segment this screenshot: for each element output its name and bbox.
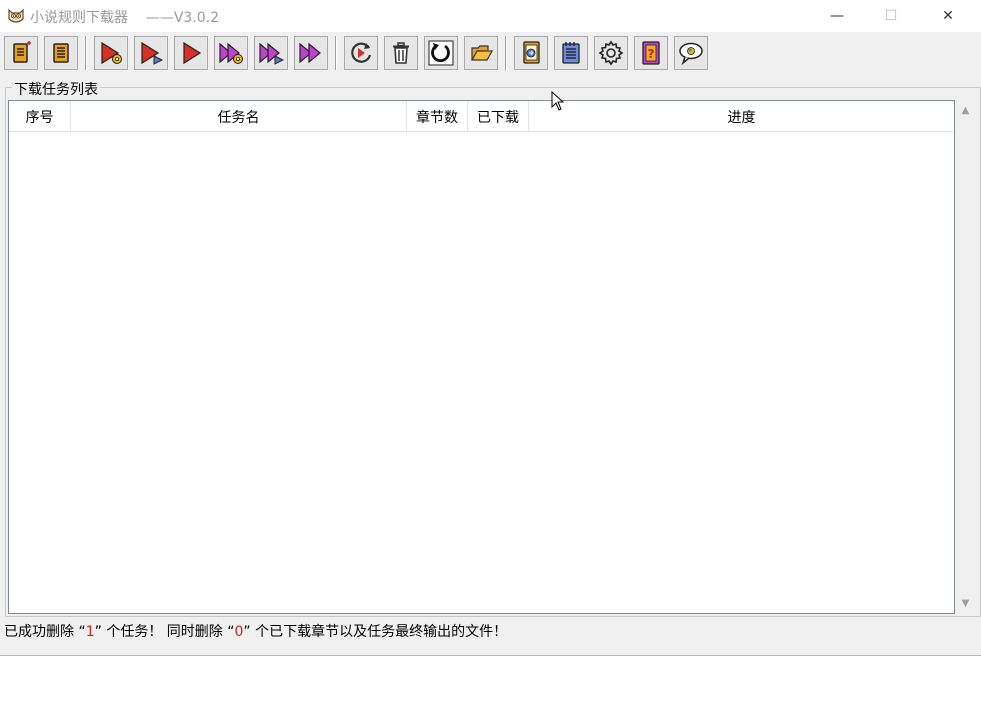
open-folder-button[interactable] — [464, 36, 498, 70]
resume-button[interactable] — [344, 36, 378, 70]
window-title: 小说规则下载器 ——V3.0.2 — [30, 10, 220, 26]
settings-button[interactable] — [594, 36, 628, 70]
new-rule-button[interactable] — [4, 36, 38, 70]
start-with-settings-button[interactable] — [94, 36, 128, 70]
export-button[interactable] — [514, 36, 548, 70]
task-list-view[interactable]: 序号 任务名 章节数 已下载 进度 — [8, 100, 955, 614]
rule-book-button[interactable] — [44, 36, 78, 70]
play-settings-icon — [101, 41, 122, 65]
export-document-icon — [523, 41, 540, 64]
start-button[interactable] — [174, 36, 208, 70]
task-list-group-label: 下载任务列表 — [12, 79, 100, 99]
notepad-button[interactable] — [554, 36, 588, 70]
new-rule-book-icon — [13, 41, 31, 63]
batch-start-next-button[interactable] — [254, 36, 288, 70]
status-bar: 已成功删除 “1” 个任务！ 同时删除 “0” 个已下载章节以及任务最终输出的文… — [0, 620, 981, 644]
column-header-index[interactable]: 序号 — [9, 101, 71, 132]
rule-book-icon — [53, 43, 69, 63]
feedback-bubble-icon — [679, 42, 703, 66]
resume-icon — [351, 42, 372, 63]
task-list-header: 序号 任务名 章节数 已下载 进度 — [9, 101, 954, 132]
scroll-up-arrow[interactable]: ▲ — [956, 102, 975, 119]
status-text-suffix: ” 个已下载章节以及任务最终输出的文件！ — [243, 624, 508, 640]
close-icon: ✕ — [942, 8, 954, 24]
minimize-icon: — — [830, 8, 844, 24]
status-deleted-task-count: 1 — [85, 624, 95, 640]
toolbar-separator — [335, 36, 337, 70]
column-header-progress[interactable]: 进度 — [529, 101, 954, 132]
maximize-icon: ☐ — [884, 8, 898, 24]
mouse-pointer-icon — [551, 91, 565, 111]
open-folder-icon — [470, 45, 494, 61]
status-text-middle: ” 个任务！ 同时删除 “ — [94, 624, 235, 640]
fast-forward-icon — [299, 42, 321, 64]
column-header-downloaded[interactable]: 已下载 — [468, 101, 529, 132]
svg-text:?: ? — [648, 47, 655, 61]
owl-app-icon — [6, 6, 26, 26]
feedback-button[interactable] — [674, 36, 708, 70]
play-icon — [183, 41, 202, 65]
start-next-button[interactable] — [134, 36, 168, 70]
maximize-button[interactable]: ☐ — [868, 0, 914, 32]
fast-forward-settings-icon — [219, 42, 243, 64]
refresh-icon — [428, 40, 454, 66]
toolbar-separator — [85, 36, 87, 70]
close-button[interactable]: ✕ — [925, 0, 971, 32]
batch-start-button[interactable] — [294, 36, 328, 70]
refresh-button[interactable] — [424, 36, 458, 70]
notepad-icon — [562, 42, 580, 64]
batch-start-settings-button[interactable] — [214, 36, 248, 70]
help-button[interactable]: ? — [634, 36, 668, 70]
minimize-button[interactable]: — — [814, 0, 860, 32]
delete-button[interactable] — [384, 36, 418, 70]
vertical-scrollbar[interactable]: ▲ ▼ — [956, 100, 975, 614]
app-window: 小说规则下载器 ——V3.0.2 — ☐ ✕ ? 下载任务列表 序号 任务名 章… — [0, 0, 981, 656]
gear-icon — [598, 40, 624, 66]
toolbar: ? — [0, 32, 981, 74]
column-header-chapter-count[interactable]: 章节数 — [407, 101, 468, 132]
title-bar[interactable]: 小说规则下载器 ——V3.0.2 — ☐ ✕ — [0, 0, 981, 32]
scroll-down-arrow[interactable]: ▼ — [956, 595, 975, 612]
toolbar-separator — [505, 36, 507, 70]
fast-forward-next-icon — [259, 42, 284, 65]
help-book-icon: ? — [642, 41, 660, 65]
column-header-task-name[interactable]: 任务名 — [71, 101, 407, 132]
status-text-prefix: 已成功删除 “ — [4, 624, 86, 640]
trash-icon — [393, 42, 409, 64]
play-next-icon — [141, 41, 164, 65]
